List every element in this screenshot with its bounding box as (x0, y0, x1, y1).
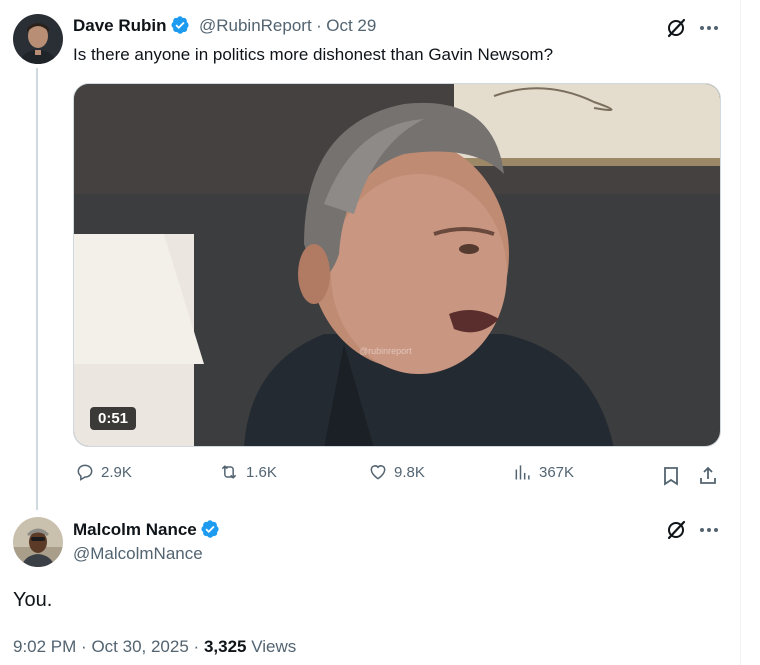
tweet-header: Dave Rubin @RubinReport · Oct 29 (73, 15, 376, 36)
verified-badge-icon[interactable] (170, 15, 190, 35)
bookmark-button[interactable] (659, 464, 683, 488)
reply-count: 2.9K (101, 463, 132, 481)
reply-action[interactable]: 2.9K (75, 462, 132, 482)
video-thumbnail (74, 84, 720, 446)
avatar-dave-rubin[interactable] (13, 14, 63, 64)
reply-views-count: 3,325 (203, 637, 247, 656)
reply-author-name[interactable]: Malcolm Nance (73, 520, 197, 539)
reply-icon (77, 464, 93, 481)
reply-views-label: Views (251, 637, 297, 656)
views-action[interactable]: 367K (513, 462, 574, 482)
video-duration-badge: 0:51 (90, 407, 137, 430)
thread-connector-line (36, 68, 38, 510)
reply-date[interactable]: Oct 30, 2025 (91, 637, 188, 656)
avatar-malcolm-nance[interactable] (13, 517, 63, 567)
repost-count: 1.6K (246, 463, 277, 481)
repost-action[interactable]: 1.6K (218, 462, 277, 482)
dot-separator: · (193, 637, 200, 656)
grok-icon (667, 520, 686, 540)
more-button[interactable] (697, 17, 721, 39)
reply-author-handle[interactable]: @MalcolmNance (73, 544, 203, 564)
bookmark-icon (664, 467, 678, 486)
video-player[interactable]: @rubinreport 0:51 (73, 83, 721, 447)
like-icon (370, 465, 386, 480)
grok-button[interactable] (663, 517, 689, 543)
grok-icon (667, 18, 686, 38)
grok-button[interactable] (663, 15, 689, 41)
reply-header: Malcolm Nance (73, 519, 220, 540)
like-action[interactable]: 9.8K (368, 462, 425, 482)
share-icon (700, 466, 716, 484)
views-count: 367K (539, 463, 575, 481)
more-icon (700, 528, 718, 532)
column-border (740, 0, 741, 665)
tweet-text: Is there anyone in politics more dishone… (73, 45, 554, 64)
more-icon (700, 26, 718, 30)
like-count: 9.8K (394, 463, 425, 481)
repost-icon (221, 465, 237, 479)
reply-time[interactable]: 9:02 PM (13, 637, 76, 656)
reply-text: You. (13, 589, 53, 611)
views-icon (515, 465, 530, 480)
tweet-date[interactable]: Oct 29 (326, 16, 376, 35)
share-button[interactable] (696, 464, 720, 488)
verified-badge-icon[interactable] (200, 519, 220, 539)
dot-separator: · (81, 637, 87, 656)
reply-meta: 9:02 PM · Oct 30, 2025 · 3,325 Views (13, 637, 296, 657)
author-handle[interactable]: @RubinReport (199, 16, 312, 35)
video-watermark: @rubinreport (359, 346, 412, 356)
dot-separator: · (316, 16, 322, 35)
more-button[interactable] (697, 519, 721, 541)
author-name[interactable]: Dave Rubin (73, 16, 167, 35)
